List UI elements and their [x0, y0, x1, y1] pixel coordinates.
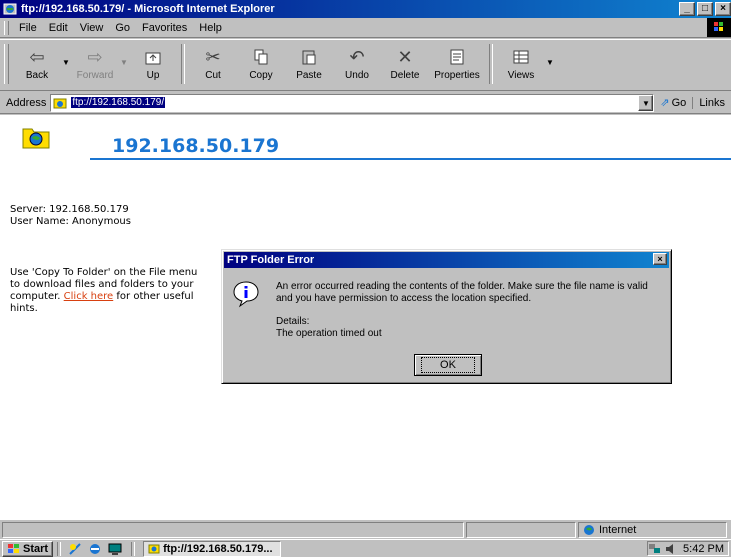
menu-view[interactable]: View [74, 22, 110, 34]
status-text [2, 522, 464, 538]
back-button[interactable]: ⇦ Back [13, 44, 61, 82]
go-arrow-icon: ⇗ [660, 97, 670, 109]
hint-text: Use 'Copy To Folder' on the File menu to… [10, 267, 198, 314]
taskbar-separator [57, 541, 62, 556]
views-button[interactable]: Views [497, 44, 545, 81]
ftp-error-dialog: FTP Folder Error × An error occurred rea… [221, 249, 672, 384]
quick-launch-desktop-icon[interactable] [108, 542, 122, 556]
back-arrow-icon: ⇦ [29, 46, 45, 67]
go-button[interactable]: ⇗ Go [654, 96, 692, 110]
delete-button[interactable]: ✕ Delete [381, 44, 429, 82]
address-dropdown-icon[interactable]: ▼ [638, 94, 654, 111]
toolbar-separator [489, 44, 493, 84]
window-title: ftp://192.168.50.179/ - Microsoft Intern… [21, 3, 275, 15]
details-label: Details: [276, 316, 310, 327]
quick-launch-ie-icon[interactable] [88, 542, 102, 556]
ie-window-icon [3, 3, 17, 15]
copy-icon [252, 44, 270, 70]
scissors-icon: ✂ [205, 46, 221, 67]
forward-dropdown-icon[interactable]: ▼ [119, 58, 129, 67]
dialog-close-icon[interactable]: × [653, 253, 667, 265]
quick-launch-channels-icon[interactable] [68, 542, 82, 556]
ftp-folder-icon [148, 544, 160, 553]
menu-bar: File Edit View Go Favorites Help [0, 18, 731, 38]
back-dropdown-icon[interactable]: ▼ [61, 58, 71, 67]
properties-icon [448, 44, 466, 70]
status-panel [466, 522, 576, 538]
windows-flag-icon [8, 543, 19, 553]
network-tray-icon[interactable] [648, 543, 662, 555]
system-tray: 5:42 PM [647, 541, 729, 556]
delete-x-icon: ✕ [397, 46, 413, 67]
server-line: Server: 192.168.50.179 [10, 204, 129, 215]
up-folder-icon [144, 44, 162, 70]
taskbar-ie-window[interactable]: ftp://192.168.50.179... [143, 540, 282, 557]
address-url: ftp://192.168.50.179/ [71, 97, 166, 108]
properties-button[interactable]: Properties [429, 44, 485, 81]
ok-button[interactable]: OK [414, 354, 482, 376]
forward-button[interactable]: ⇨ Forward [71, 44, 119, 82]
up-button[interactable]: Up [129, 44, 177, 81]
server-info: Server: 192.168.50.179 User Name: Anonym… [10, 204, 131, 228]
cut-button[interactable]: ✂ Cut [189, 44, 237, 82]
speaker-tray-icon[interactable] [665, 543, 675, 555]
minimize-button[interactable]: _ [679, 2, 695, 16]
ftp-folder-icon [22, 128, 50, 149]
address-bar: Address ftp://192.168.50.179/ ▼ ⇗ Go Lin… [0, 92, 731, 114]
title-bar: ftp://192.168.50.179/ - Microsoft Intern… [0, 0, 731, 18]
menu-file[interactable]: File [13, 22, 43, 34]
views-icon [512, 44, 530, 70]
menu-edit[interactable]: Edit [43, 22, 74, 34]
details-value: The operation timed out [276, 328, 382, 339]
title-underline [90, 158, 731, 160]
menu-go[interactable]: Go [109, 22, 136, 34]
start-button[interactable]: Start [2, 540, 54, 557]
close-button[interactable]: × [715, 2, 731, 16]
undo-button[interactable]: ↶ Undo [333, 44, 381, 82]
dialog-title: FTP Folder Error [227, 254, 315, 266]
menu-grip[interactable] [4, 20, 9, 35]
maximize-button[interactable]: □ [697, 2, 713, 16]
user-line: User Name: Anonymous [10, 216, 131, 227]
dialog-message: An error occurred reading the contents o… [276, 281, 648, 304]
hints-link[interactable]: Click here [64, 291, 114, 302]
undo-icon: ↶ [349, 46, 365, 67]
menu-favorites[interactable]: Favorites [136, 22, 193, 34]
page-title: 192.168.50.179 [112, 135, 280, 157]
dialog-title-bar: FTP Folder Error × [224, 252, 669, 268]
menu-help[interactable]: Help [193, 22, 228, 34]
globe-icon [584, 525, 594, 535]
taskbar: Start ftp://192.168.50.179... 5:42 PM [0, 539, 731, 557]
links-button[interactable]: Links [692, 96, 731, 109]
clock[interactable]: 5:42 PM [683, 543, 724, 555]
windows-logo-icon [707, 18, 731, 37]
status-bar: Internet [0, 521, 731, 539]
forward-arrow-icon: ⇨ [87, 46, 103, 67]
address-input[interactable]: ftp://192.168.50.179/ ▼ [50, 93, 655, 112]
info-icon [233, 281, 259, 308]
address-label: Address [6, 96, 47, 109]
standard-toolbar: ⇦ Back ▼ ⇨ Forward ▼ Up ✂ Cut Copy Paste… [0, 39, 731, 91]
taskbar-separator [131, 541, 136, 556]
copy-button[interactable]: Copy [237, 44, 285, 81]
views-dropdown-icon[interactable]: ▼ [545, 58, 555, 67]
paste-button[interactable]: Paste [285, 44, 333, 81]
ftp-folder-icon [53, 98, 67, 108]
toolbar-separator [181, 44, 185, 84]
toolbar-grip[interactable] [4, 44, 9, 84]
clipboard-icon [300, 44, 318, 70]
status-zone: Internet [578, 522, 727, 538]
